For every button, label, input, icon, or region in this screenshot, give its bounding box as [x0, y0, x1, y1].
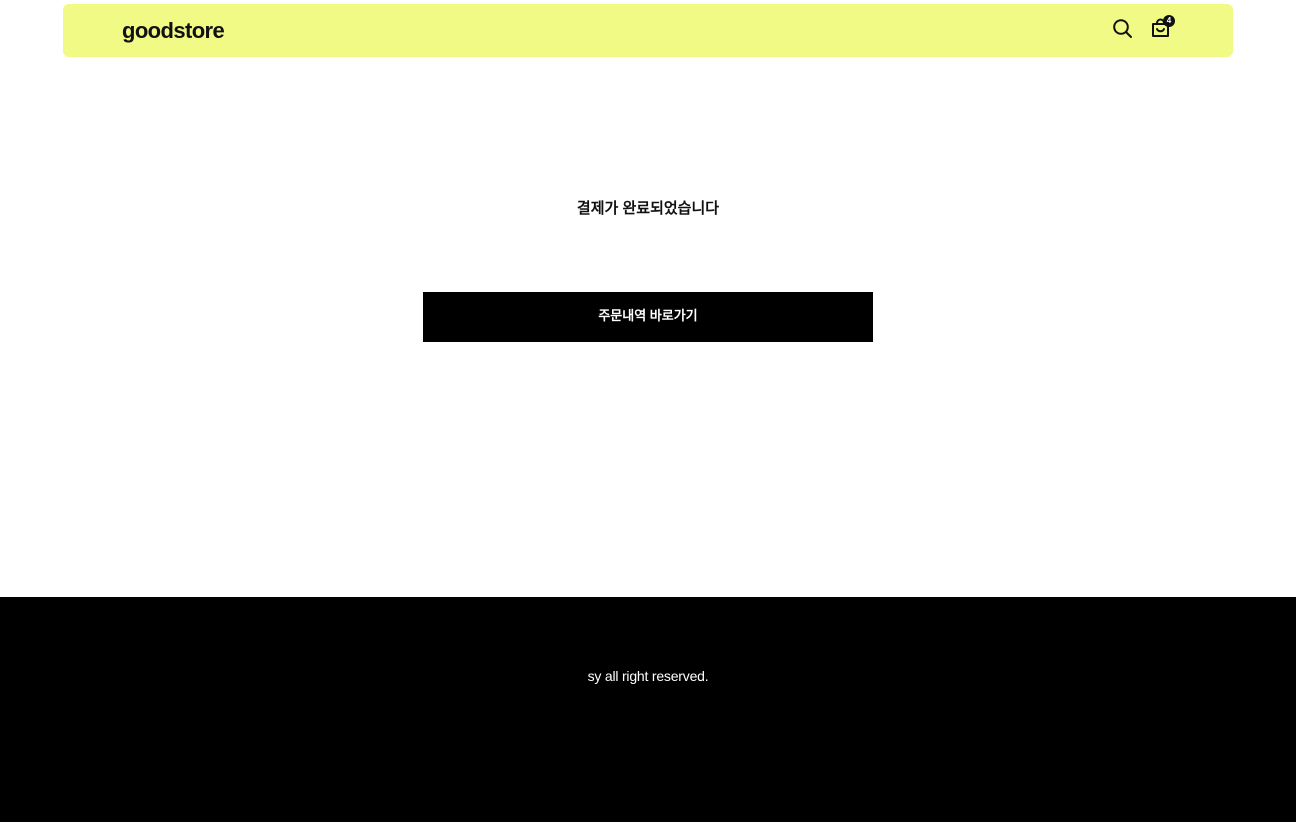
cart-count-badge: 4	[1163, 15, 1175, 27]
site-footer: sy all right reserved.	[0, 597, 1296, 822]
order-complete-page: goodstore 4 결제가 완료되었습니다 주문내역 바로가기 sy all…	[0, 0, 1296, 822]
search-icon	[1112, 18, 1133, 44]
cart-button[interactable]: 4	[1149, 15, 1175, 42]
header-actions: 4	[1111, 15, 1175, 44]
site-logo[interactable]: goodstore	[122, 18, 225, 44]
order-history-button[interactable]: 주문내역 바로가기	[423, 292, 873, 342]
search-button[interactable]	[1111, 18, 1133, 44]
copyright-text: sy all right reserved.	[587, 668, 709, 684]
main-content: 결제가 완료되었습니다 주문내역 바로가기	[0, 57, 1296, 597]
site-header: goodstore 4	[63, 4, 1233, 57]
payment-complete-message: 결제가 완료되었습니다	[576, 200, 720, 217]
